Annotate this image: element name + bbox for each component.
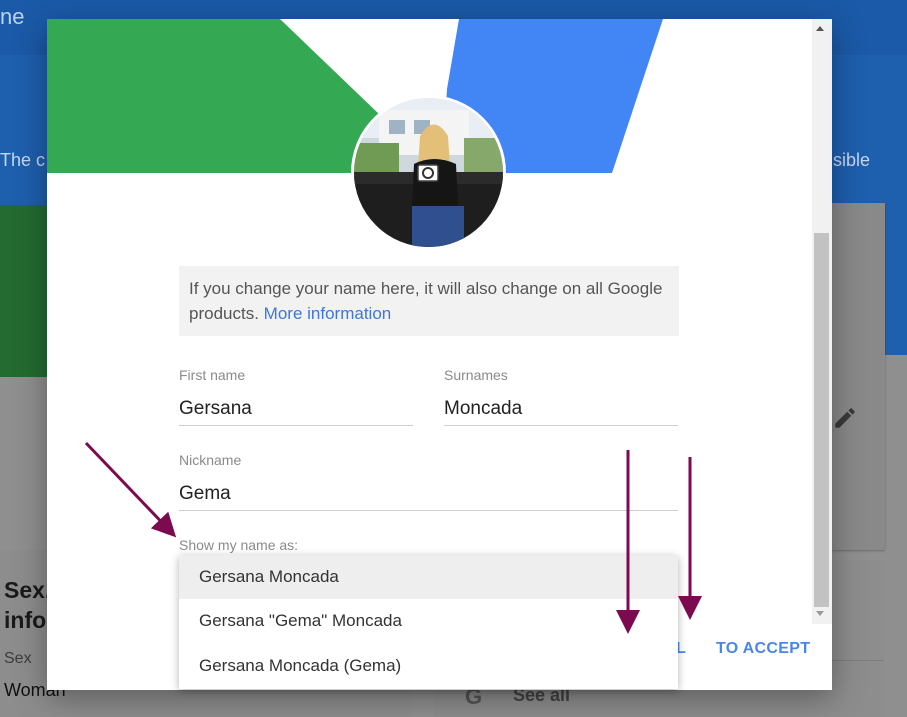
name-change-notice: If you change your name here, it will al… — [179, 266, 679, 336]
surnames-input[interactable]: Moncada — [444, 398, 522, 420]
green-card — [0, 205, 48, 377]
first-name-label: First name — [179, 367, 246, 383]
display-name-option[interactable]: Gersana Moncada — [179, 555, 678, 599]
display-name-option[interactable]: Gersana "Gema" Moncada — [179, 599, 678, 643]
scroll-down-arrow-icon[interactable] — [816, 611, 824, 616]
sex-section-title: Sex, info — [4, 577, 52, 633]
first-name-underline — [179, 425, 413, 426]
nickname-input[interactable]: Gema — [179, 483, 231, 505]
hero-text-left: The c — [0, 150, 46, 170]
sex-label: Sex — [4, 650, 32, 667]
scrollbar-thumb[interactable] — [814, 233, 829, 607]
more-information-link[interactable]: More information — [264, 304, 392, 323]
profile-card — [832, 203, 885, 550]
surnames-label: Surnames — [444, 367, 508, 383]
edit-pencil-icon[interactable] — [832, 405, 858, 431]
nickname-label: Nickname — [179, 452, 242, 468]
nickname-underline — [179, 510, 678, 511]
surnames-underline — [444, 425, 678, 426]
scroll-up-arrow-icon[interactable] — [816, 26, 824, 31]
notice-text: If you change your name here, it will al… — [189, 279, 663, 323]
app-title: ne — [0, 4, 25, 29]
first-name-input[interactable]: Gersana — [179, 398, 252, 420]
accept-button[interactable]: TO ACCEPT — [716, 640, 810, 658]
display-name-option[interactable]: Gersana Moncada (Gema) — [179, 644, 678, 688]
show-name-as-label: Show my name as: — [179, 537, 299, 553]
camera-icon[interactable] — [417, 162, 439, 182]
hero-text-right: sible — [833, 150, 871, 170]
display-name-dropdown-menu: Gersana Moncada Gersana "Gema" Moncada G… — [179, 555, 678, 689]
